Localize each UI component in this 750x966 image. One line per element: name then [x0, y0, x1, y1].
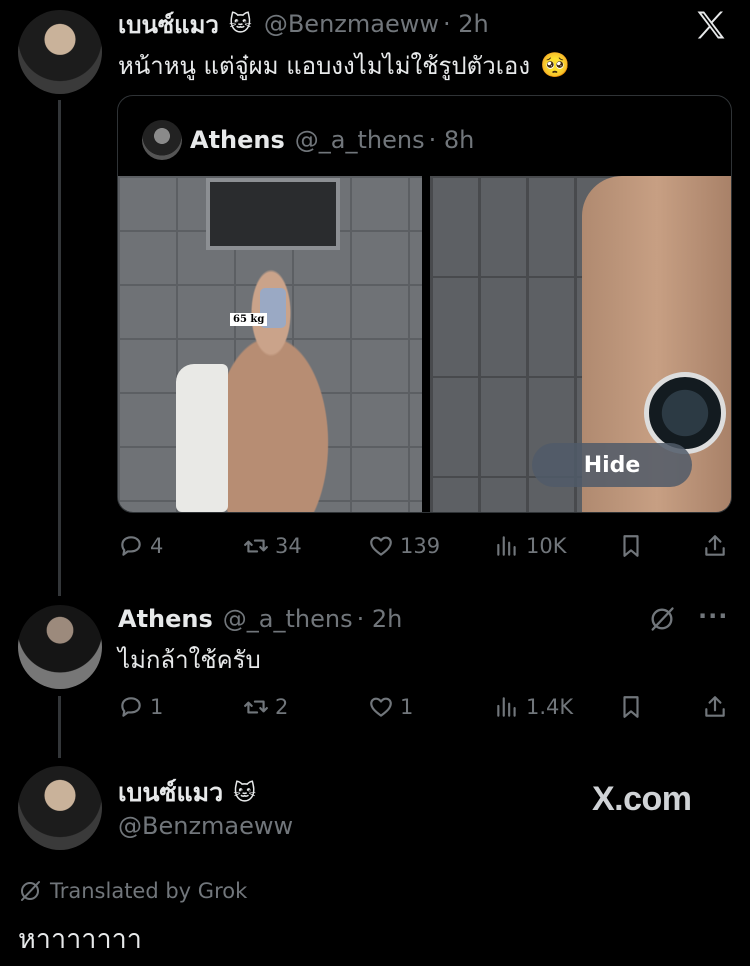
grok-icon: [21, 881, 40, 901]
views-count: 1.4K: [526, 695, 574, 719]
views-button[interactable]: 1.4K: [494, 694, 573, 720]
reply-button[interactable]: 1: [118, 694, 163, 720]
repost-icon: [244, 700, 268, 714]
reply-timestamp[interactable]: · 2h: [357, 605, 403, 633]
heart-icon: [370, 697, 392, 717]
views-button[interactable]: 10K: [494, 533, 567, 559]
reply-button[interactable]: 4: [118, 533, 163, 559]
reply-body: ไม่กล้าใช้ครับ: [118, 645, 261, 674]
quote-handle[interactable]: @_a_thens: [295, 126, 425, 154]
quote-photo-right[interactable]: Hide: [430, 176, 731, 512]
views-count: 10K: [526, 534, 567, 558]
repost-icon: [244, 539, 268, 553]
more-options-button[interactable]: ···: [698, 602, 728, 630]
like-button[interactable]: 139: [368, 533, 440, 559]
share-button[interactable]: [702, 694, 728, 720]
cat-emoji: 🐱: [233, 780, 257, 806]
quote-display-name[interactable]: Athens: [190, 126, 285, 154]
reply-icon: [121, 536, 141, 556]
translated-body: หาาาาาาา: [18, 923, 142, 955]
footer-handle[interactable]: @Benzmaeww: [118, 810, 293, 842]
bookmark-icon: [623, 535, 639, 557]
translated-label: Translated by Grok: [50, 879, 248, 903]
quote-card[interactable]: Athens @_a_thens · 8h 65 kg Hide: [117, 95, 732, 513]
footer-avatar[interactable]: [18, 766, 102, 850]
handle[interactable]: @Benzmaeww: [264, 10, 439, 38]
repost-count: 2: [275, 695, 289, 719]
footer-name-row: เบนซ์แมว 🐱: [118, 776, 256, 810]
reply-icon: [121, 697, 141, 717]
views-icon: [497, 536, 516, 556]
reply-handle[interactable]: @_a_thens: [223, 605, 353, 633]
heart-icon: [370, 536, 392, 556]
repost-button[interactable]: 34: [243, 533, 302, 559]
translated-by-row: Translated by Grok: [18, 876, 247, 906]
share-icon: [705, 535, 725, 556]
post-header: เบนซ์แมว 🐱 @Benzmaeww · 2h: [118, 8, 489, 40]
share-icon: [705, 696, 725, 717]
quote-photo-left[interactable]: 65 kg: [118, 176, 422, 512]
views-icon: [497, 697, 516, 717]
towel: [176, 364, 228, 512]
hide-button[interactable]: Hide: [532, 443, 692, 487]
avatar[interactable]: [18, 10, 102, 94]
reply-display-name[interactable]: Athens: [118, 605, 213, 633]
timestamp[interactable]: · 2h: [443, 10, 489, 38]
bookmark-icon: [623, 696, 639, 718]
post-text: หน้าหนู แต่จู๋ผม แอบงงไมไม่ใช้รูปตัวเอง …: [118, 48, 570, 82]
bookmark-button[interactable]: [618, 533, 644, 559]
translated-text: หาาาาาาา: [18, 920, 142, 956]
reply-avatar[interactable]: [18, 605, 102, 689]
censor-circle: [644, 372, 726, 454]
display-name[interactable]: เบนซ์แมว: [118, 5, 219, 44]
quote-header: Athens @_a_thens · 8h: [190, 124, 474, 156]
photo-divider: [422, 176, 430, 512]
x-logo-icon[interactable]: [693, 7, 729, 43]
reply-text: ไม่กล้าใช้ครับ: [118, 642, 261, 676]
footer-display-name[interactable]: เบนซ์แมว: [118, 773, 223, 813]
repost-count: 34: [275, 534, 302, 558]
thread-line: [58, 696, 61, 758]
window: [206, 178, 340, 250]
bookmark-button[interactable]: [618, 694, 644, 720]
cat-emoji: 🐱: [228, 11, 252, 37]
reply-count: 4: [150, 534, 164, 558]
thread-line: [58, 100, 61, 596]
like-button[interactable]: 1: [368, 694, 413, 720]
share-button[interactable]: [702, 533, 728, 559]
pleading-emoji: 🥺: [540, 51, 570, 79]
reply-count: 1: [150, 695, 164, 719]
grok-icon[interactable]: [648, 605, 676, 633]
like-count: 1: [400, 695, 414, 719]
quote-avatar[interactable]: [142, 120, 182, 160]
brand-mark: X.com: [592, 780, 692, 818]
photo-tag: 65 kg: [230, 313, 268, 326]
reply-header: Athens @_a_thens · 2h: [118, 603, 402, 635]
repost-button[interactable]: 2: [243, 694, 288, 720]
like-count: 139: [400, 534, 441, 558]
post-body: หน้าหนู แต่จู๋ผม แอบงงไมไม่ใช้รูปตัวเอง: [118, 51, 531, 80]
quote-timestamp[interactable]: · 8h: [429, 126, 475, 154]
